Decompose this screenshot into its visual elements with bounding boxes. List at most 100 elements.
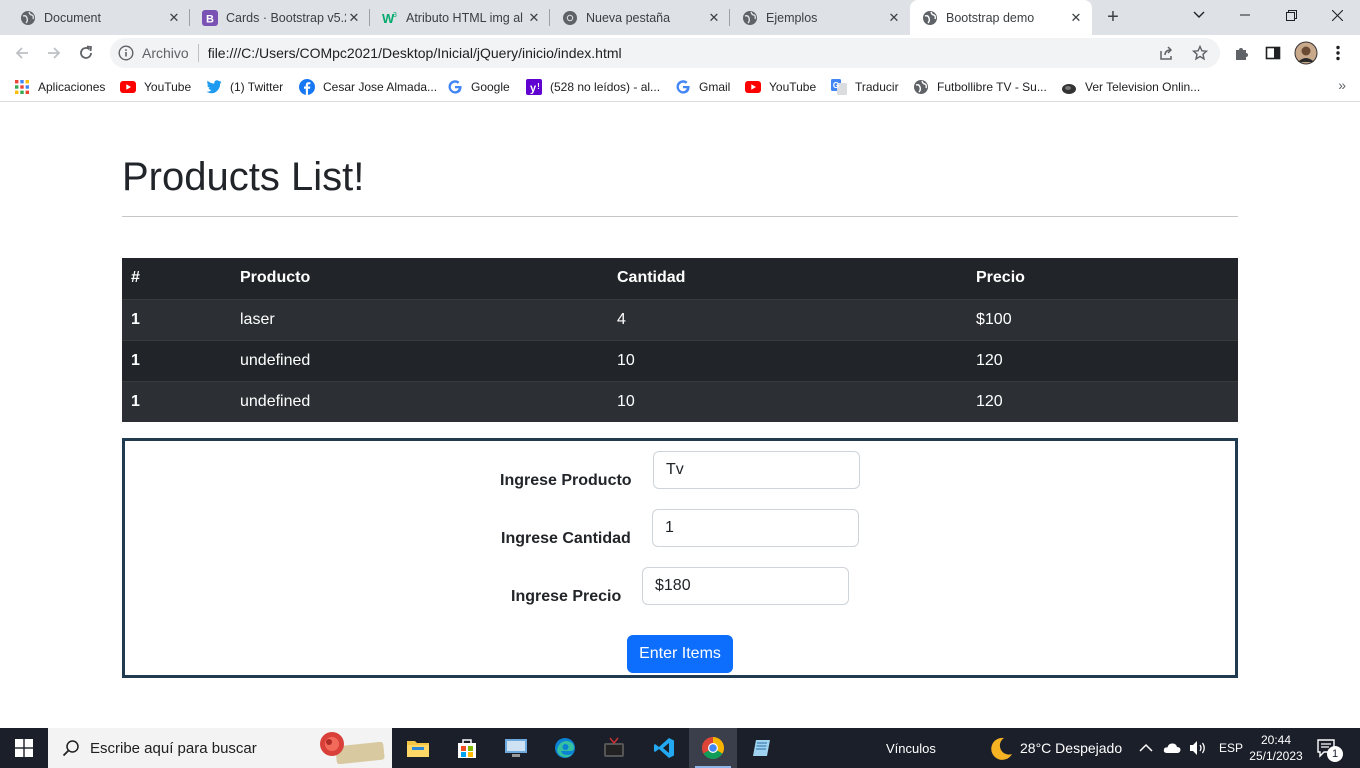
bookmark-gmail[interactable]: Gmail <box>675 76 730 98</box>
tab-atributo-html[interactable]: W3 Atributo HTML img al ✕ <box>370 0 550 35</box>
tab-title: Document <box>44 10 101 25</box>
taskbar-search-box[interactable]: Escribe aquí para buscar <box>48 728 392 768</box>
profile-avatar[interactable] <box>1292 39 1320 67</box>
puzzle-icon <box>1236 48 1248 60</box>
bookmark-facebook[interactable]: Cesar Jose Almada... <box>299 76 437 98</box>
language-indicator[interactable]: ESP <box>1219 741 1243 755</box>
extensions-button[interactable] <box>1228 39 1256 67</box>
quantity-input[interactable] <box>652 509 859 547</box>
tab-nueva-pestana[interactable]: Nueva pestaña ✕ <box>550 0 730 35</box>
close-icon <box>1331 9 1343 21</box>
taskbar-file-explorer[interactable] <box>394 728 442 768</box>
taskbar-control-panel[interactable] <box>492 728 540 768</box>
notification-center-button[interactable]: 1 <box>1316 728 1343 768</box>
cell-number: 1 <box>122 380 231 422</box>
close-tab-icon[interactable]: ✕ <box>886 10 902 26</box>
bookmark-label: Cesar Jose Almada... <box>323 80 438 94</box>
close-tab-icon[interactable]: ✕ <box>1068 10 1084 26</box>
back-button[interactable] <box>8 39 36 67</box>
svg-text:3: 3 <box>393 12 397 19</box>
close-tab-icon[interactable]: ✕ <box>166 10 182 26</box>
taskbar-store[interactable] <box>443 728 491 768</box>
notepad-icon <box>753 740 770 756</box>
cell-producto: undefined <box>231 380 608 422</box>
bookmark-futbollibre[interactable]: Futbollibre TV - Su... <box>913 76 1047 98</box>
tab-search-button[interactable] <box>1176 0 1222 30</box>
globe-icon <box>20 10 36 26</box>
arrow-left-icon <box>15 47 28 59</box>
reload-button[interactable] <box>72 39 100 67</box>
volume-icon[interactable] <box>1189 740 1207 756</box>
close-tab-icon[interactable]: ✕ <box>706 10 722 26</box>
price-input[interactable] <box>642 567 849 605</box>
tab-cards-bootstrap[interactable]: B Cards · Bootstrap v5.2 ✕ <box>190 0 370 35</box>
chevron-up-icon[interactable] <box>1139 743 1153 753</box>
product-label: Ingrese Producto <box>500 472 632 489</box>
svg-text:G: G <box>833 81 839 90</box>
site-scheme-label: Archivo <box>142 45 189 61</box>
address-bar[interactable]: Archivo file:///C:/Users/COMpc2021/Deskt… <box>110 38 1220 68</box>
bookmark-yahoo-mail[interactable]: y! (528 no leídos) - al... <box>526 76 660 98</box>
cell-precio: 120 <box>967 339 1238 381</box>
youtube-icon <box>745 79 761 95</box>
search-placeholder: Escribe aquí para buscar <box>90 739 257 757</box>
search-icon <box>62 740 79 757</box>
close-tab-icon[interactable]: ✕ <box>526 10 542 26</box>
more-bookmarks-button[interactable]: » <box>1338 77 1346 93</box>
info-icon[interactable] <box>118 45 134 61</box>
forward-button[interactable] <box>40 39 68 67</box>
tab-title: Atributo HTML img al <box>406 10 523 25</box>
url-text[interactable]: file:///C:/Users/COMpc2021/Desktop/Inici… <box>208 45 622 61</box>
bookmark-ver-television[interactable]: Ver Television Onlin... <box>1061 76 1200 98</box>
bookmark-google[interactable]: Google <box>447 76 510 98</box>
side-panel-button[interactable] <box>1259 39 1287 67</box>
svg-text:B: B <box>206 13 214 25</box>
tv-icon <box>604 737 624 757</box>
folder-icon <box>407 741 429 757</box>
restore-button[interactable] <box>1268 0 1314 30</box>
minimize-button[interactable] <box>1222 0 1268 30</box>
moon-icon <box>991 737 1012 760</box>
tab-title: Bootstrap demo <box>946 10 1035 25</box>
links-toolbar[interactable]: Vínculos <box>886 728 936 768</box>
start-button[interactable] <box>0 728 48 768</box>
bookmark-label: Google <box>471 80 510 94</box>
yahoo-icon: y! <box>526 79 542 95</box>
clock[interactable]: 20:44 25/1/2023 <box>1248 728 1304 768</box>
product-input[interactable] <box>653 451 860 489</box>
bookmark-aplicaciones[interactable]: Aplicaciones <box>14 76 105 98</box>
bookmark-traducir[interactable]: G Traducir <box>831 76 899 98</box>
bookmark-youtube[interactable]: YouTube <box>120 76 191 98</box>
chrome-menu-button[interactable] <box>1324 39 1352 67</box>
minimize-icon <box>1240 14 1250 16</box>
tab-document[interactable]: Document ✕ <box>8 0 190 35</box>
close-window-button[interactable] <box>1314 0 1360 30</box>
bookmark-twitter[interactable]: (1) Twitter <box>206 76 283 98</box>
bookmark-label: Traducir <box>855 80 899 94</box>
tab-title: Cards · Bootstrap v5.2 <box>226 10 346 25</box>
bookmark-label: YouTube <box>144 80 192 94</box>
new-tab-button[interactable]: + <box>1101 5 1125 29</box>
taskbar-chrome[interactable] <box>689 728 737 768</box>
table-row: 1 undefined 10 120 <box>122 380 1238 422</box>
onedrive-cloud-icon[interactable] <box>1163 742 1181 754</box>
taskbar-notepad[interactable] <box>738 728 786 768</box>
system-tray: ESP <box>1139 728 1243 768</box>
weather-widget[interactable]: 28°C Despejado <box>988 728 1122 768</box>
tab-bootstrap-demo[interactable]: Bootstrap demo ✕ <box>910 0 1092 35</box>
globe-icon <box>913 79 929 95</box>
restore-icon <box>1285 9 1297 21</box>
taskbar-edge[interactable] <box>541 728 589 768</box>
taskbar-tv-app[interactable] <box>590 728 638 768</box>
bookmark-youtube-2[interactable]: YouTube <box>745 76 816 98</box>
cell-precio: $100 <box>967 298 1238 340</box>
share-icon[interactable] <box>1158 45 1174 61</box>
search-highlight-icon <box>316 730 388 768</box>
star-bookmark-icon[interactable] <box>1192 45 1208 61</box>
tab-ejemplos[interactable]: Ejemplos ✕ <box>730 0 910 35</box>
close-tab-icon[interactable]: ✕ <box>346 10 362 26</box>
kebab-menu-icon <box>1336 45 1340 61</box>
notification-count-badge: 1 <box>1327 746 1343 762</box>
taskbar-vscode[interactable] <box>640 728 688 768</box>
enter-items-button[interactable]: Enter Items <box>627 635 733 673</box>
